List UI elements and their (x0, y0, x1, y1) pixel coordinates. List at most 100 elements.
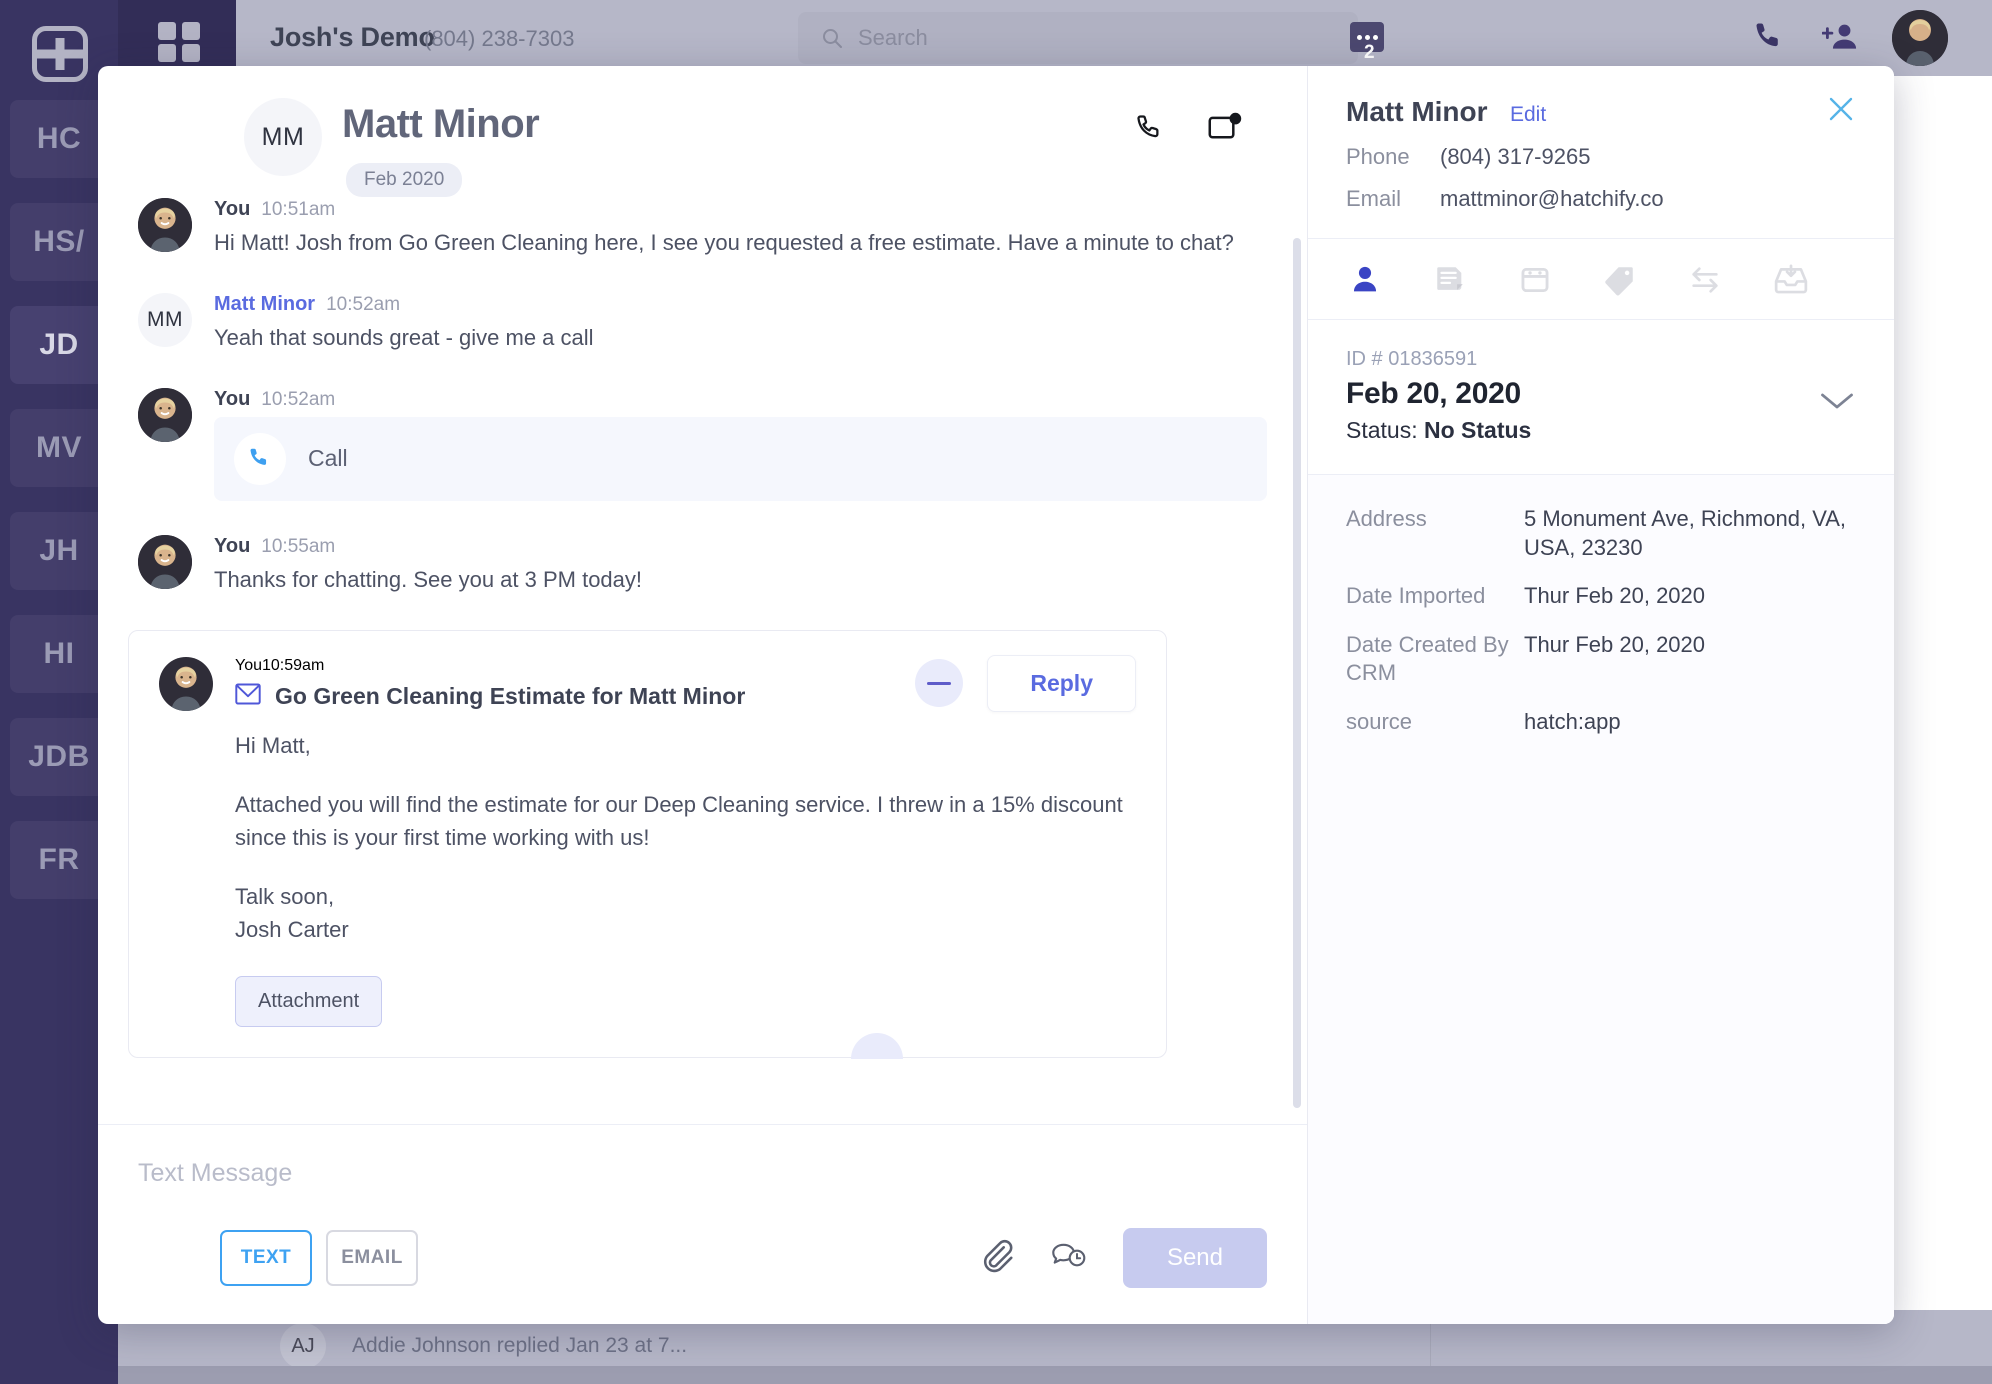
contact-detail-block: ID # 01836591 Feb 20, 2020 Status: No St… (1308, 320, 1894, 475)
email-greeting: Hi Matt, (235, 729, 1136, 762)
list-row-initials-2: AJ (280, 1323, 326, 1369)
contact-field-key: Date Imported (1346, 582, 1524, 611)
mode-email-button[interactable]: EMAIL (326, 1230, 418, 1286)
tab-tag[interactable] (1601, 263, 1686, 297)
rail-item-hs[interactable]: HS/ (10, 203, 108, 281)
contact-phone-value: (804) 317-9265 (1440, 144, 1590, 170)
message-avatar-photo (138, 388, 192, 442)
grid-icon-cell-4 (182, 44, 200, 62)
contact-field-row: Address5 Monument Ave, Richmond, VA, USA… (1346, 505, 1856, 562)
send-button[interactable]: Send (1123, 1228, 1267, 1288)
text-message: You 10:55am Thanks for chatting. See you a… (138, 535, 1267, 596)
tab-transfer[interactable] (1686, 263, 1771, 297)
message-timestamp: 10:55am (261, 536, 335, 558)
message-input-placeholder[interactable]: Text Message (138, 1159, 1267, 1188)
message-text: Thanks for chatting. See you at 3 PM tod… (214, 564, 1267, 596)
message-icon[interactable] (1207, 112, 1243, 151)
ellipsis-icon (1357, 35, 1378, 40)
search-input[interactable]: Search (798, 12, 1358, 64)
contact-panel-fill (1308, 858, 1894, 1324)
reply-button[interactable]: Reply (987, 655, 1136, 712)
tab-archive[interactable] (1771, 263, 1856, 297)
attachment-chip[interactable]: Attachment (235, 976, 382, 1027)
contact-field-row: Date Created By CRMThur Feb 20, 2020 (1346, 631, 1856, 688)
expand-stub[interactable] (851, 1033, 903, 1059)
background-bottom-bar (0, 1366, 1992, 1384)
contact-status: Status: No Status (1346, 417, 1856, 444)
contact-phone-label: Phone (1346, 144, 1440, 170)
rail-item-jd[interactable]: JD (10, 306, 108, 384)
message-text: Hi Matt! Josh from Go Green Cleaning her… (214, 227, 1267, 259)
app-phone-number: (804) 238-7303 (424, 26, 574, 52)
conversation-date-chip: Feb 2020 (346, 163, 462, 197)
close-icon[interactable] (1826, 94, 1856, 129)
contact-field-value: 5 Monument Ave, Richmond, VA, USA, 23230 (1524, 505, 1856, 562)
email-author: You (235, 657, 262, 674)
chat-badge-count: 2 (1364, 42, 1375, 64)
paperclip-icon[interactable] (979, 1238, 1015, 1279)
contact-field-key: Date Created By CRM (1346, 631, 1524, 688)
contact-field-key: source (1346, 708, 1524, 737)
message-body: Matt Minor10:52amYeah that sounds great … (214, 293, 1267, 354)
message-thread[interactable]: You10:51amHi Matt! Josh from Go Green Cl… (98, 198, 1307, 1124)
chevron-down-icon[interactable] (1820, 390, 1854, 417)
call-message: You10:52am Call (138, 388, 1267, 501)
message-timestamp: 10:52am (261, 389, 335, 411)
text-message: MMMatt Minor10:52amYeah that sounds grea… (138, 293, 1267, 354)
message-avatar-initials: MM (138, 293, 192, 347)
topbar-call-icon[interactable] (1752, 20, 1786, 59)
contact-phone-row: Phone (804) 317-9265 (1346, 144, 1856, 170)
message-author[interactable]: Matt Minor (214, 293, 315, 316)
contact-panel-header: Matt Minor Edit Phone (804) 317-9265 Ema… (1308, 66, 1894, 239)
message-timestamp: 10:52am (326, 294, 400, 316)
message-avatar-photo (138, 535, 192, 589)
thread-scrollbar[interactable] (1293, 238, 1301, 1108)
contact-field-key: Address (1346, 505, 1524, 562)
contact-panel-name: Matt Minor (1346, 96, 1488, 128)
mode-text-button[interactable]: TEXT (220, 1230, 312, 1286)
scheduled-message-icon[interactable] (1049, 1238, 1089, 1279)
message-avatar-photo (138, 198, 192, 252)
contact-field-value: Thur Feb 20, 2020 (1524, 631, 1705, 688)
rail-item-hc[interactable]: HC (10, 100, 108, 178)
contact-field-row: Date ImportedThur Feb 20, 2020 (1346, 582, 1856, 611)
rail-item-jdb[interactable]: JDB (10, 718, 108, 796)
rail-item-mv[interactable]: MV (10, 409, 108, 487)
contact-field-value: hatch:app (1524, 708, 1621, 737)
text-message: You10:51am Hi Matt! Josh from Go Green Cl… (138, 198, 1267, 259)
app-topbar: Josh's Demo (804) 238-7303 Search 2 (0, 0, 1992, 76)
grid-icon-cell-1 (158, 22, 176, 40)
contact-email-label: Email (1346, 186, 1440, 212)
minus-icon[interactable] (915, 659, 963, 707)
email-avatar-photo (159, 657, 213, 711)
call-label: Call (308, 445, 348, 472)
topbar-add-user-icon[interactable] (1822, 20, 1858, 59)
contact-status-value: No Status (1424, 417, 1531, 443)
message-meta: You10:52am (214, 388, 1267, 411)
rail-item-jh[interactable]: JH (10, 512, 108, 590)
message-author: You (214, 535, 250, 558)
contact-id: ID # 01836591 (1346, 348, 1856, 371)
message-meta: You 10:55am (214, 535, 1267, 558)
tab-calendar[interactable] (1516, 263, 1601, 297)
conversation-column: MM Matt Minor Feb 2020 You10:51amHi Ma (98, 66, 1308, 1324)
conversation-modal: MM Matt Minor Feb 2020 You10:51amHi Ma (98, 66, 1894, 1324)
phone-icon[interactable] (1133, 112, 1167, 151)
rail-item-fr[interactable]: FR (10, 821, 108, 899)
tab-person[interactable] (1346, 263, 1431, 297)
user-avatar[interactable] (1892, 10, 1948, 66)
contact-panel-tabs (1308, 239, 1894, 320)
message-timestamp: 10:51am (261, 199, 335, 221)
grid-tab-button[interactable] (118, 0, 236, 76)
message-meta: You10:51am (214, 198, 1267, 221)
edit-contact-link[interactable]: Edit (1510, 103, 1546, 126)
message-body: You 10:55am Thanks for chatting. See you a… (214, 535, 1267, 596)
envelope-icon (235, 683, 261, 711)
message-body: You10:51am Hi Matt! Josh from Go Green Cl… (214, 198, 1267, 259)
call-card[interactable]: Call (214, 417, 1267, 501)
app-title: Josh's Demo (270, 22, 435, 53)
contact-status-label: Status: (1346, 417, 1418, 443)
tab-notes[interactable] (1431, 263, 1516, 297)
contact-email-value: mattminor@hatchify.co (1440, 186, 1664, 212)
rail-item-hi[interactable]: HI (10, 615, 108, 693)
